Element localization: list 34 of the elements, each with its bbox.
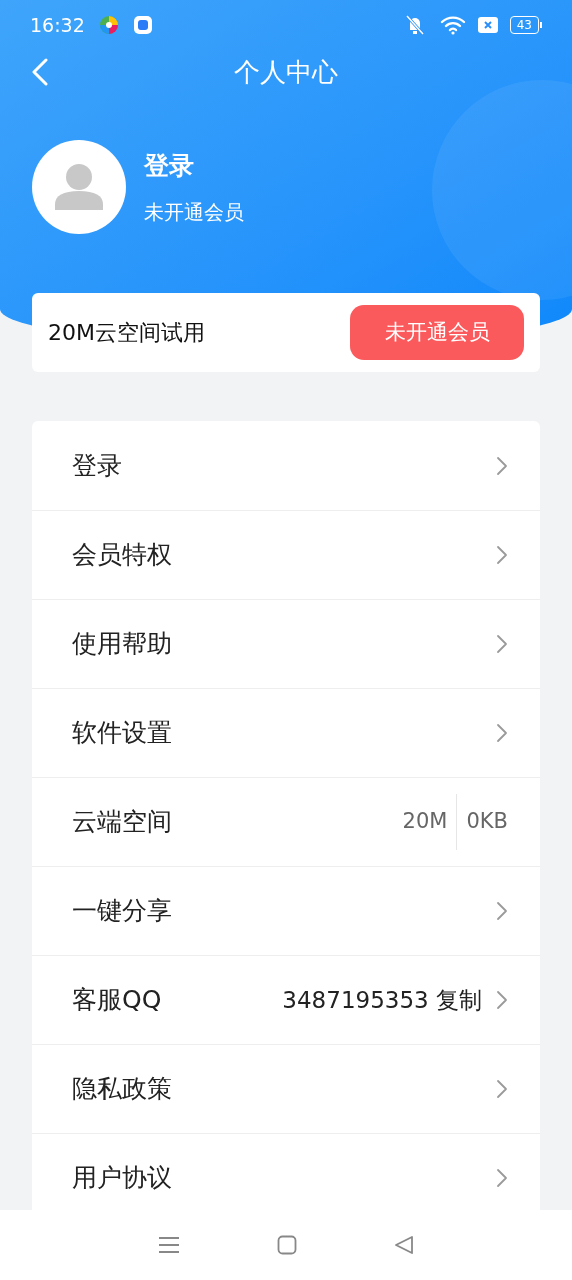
menu-item[interactable]: 登录 [32, 421, 540, 510]
home-icon[interactable] [277, 1235, 297, 1255]
trial-text: 20M云空间试用 [48, 319, 205, 347]
menu-item[interactable]: 客服QQ 3487195353 复制 [32, 955, 540, 1044]
menu-item[interactable]: 软件设置 [32, 688, 540, 777]
person-icon [55, 164, 103, 210]
chevron-right-icon [496, 723, 508, 743]
qq-number: 3487195353 复制 [282, 985, 482, 1015]
menu-item[interactable]: 一键分享 [32, 866, 540, 955]
chevron-right-icon [496, 1168, 508, 1188]
app-logo-icon [98, 15, 119, 35]
battery-icon: 43 [509, 16, 542, 34]
menu-item[interactable]: 使用帮助 [32, 599, 540, 688]
chevron-right-icon [496, 455, 508, 476]
back-triangle-icon[interactable] [393, 1235, 414, 1255]
back-icon[interactable] [32, 58, 48, 86]
storage-total: 20M [402, 808, 448, 836]
chevron-right-icon [496, 901, 508, 921]
page-title: 个人中心 [234, 55, 338, 89]
storage-used: 0KB [466, 808, 508, 836]
menu-item[interactable]: 用户协议 [32, 1133, 540, 1210]
menu-item[interactable]: 隐私政策 [32, 1044, 540, 1133]
chevron-right-icon [496, 1079, 508, 1099]
wifi-icon [439, 15, 466, 35]
sim-off-icon [477, 17, 498, 33]
chevron-right-icon [496, 990, 508, 1010]
chevron-right-icon [496, 545, 508, 565]
membership-status: 未开通会员 [144, 198, 244, 226]
menu-item[interactable]: 云端空间 20M 0KB [32, 777, 540, 866]
menu-icon[interactable] [158, 1236, 181, 1254]
chevron-right-icon [496, 634, 508, 654]
app-icon [132, 15, 153, 35]
menu-item[interactable]: 会员特权 [32, 510, 540, 599]
status-time: 16:32 [30, 12, 85, 38]
